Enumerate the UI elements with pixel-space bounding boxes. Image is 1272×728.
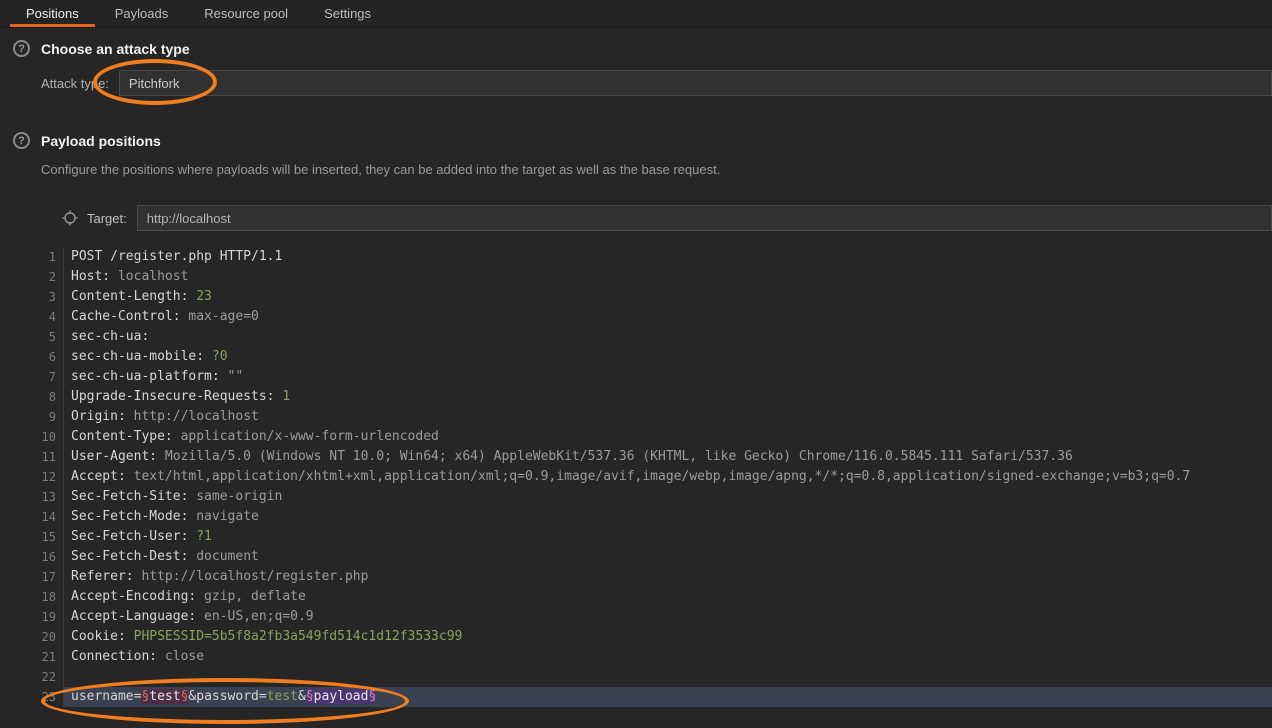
line-number: 2: [41, 267, 64, 287]
line-number: 1: [41, 247, 64, 267]
tab-settings-label: Settings: [324, 6, 371, 21]
request-line-text: Cache-Control: max-age=0: [64, 307, 1272, 327]
request-line[interactable]: 15Sec-Fetch-User: ?1: [41, 527, 1272, 547]
request-line-text: Sec-Fetch-Site: same-origin: [64, 487, 1272, 507]
request-line[interactable]: 20Cookie: PHPSESSID=5b5f8a2fb3a549fd514c…: [41, 627, 1272, 647]
request-line-text: User-Agent: Mozilla/5.0 (Windows NT 10.0…: [64, 447, 1272, 467]
request-line[interactable]: 13Sec-Fetch-Site: same-origin: [41, 487, 1272, 507]
request-line[interactable]: 3Content-Length: 23: [41, 287, 1272, 307]
help-icon[interactable]: ?: [13, 40, 30, 57]
request-line[interactable]: 1POST /register.php HTTP/1.1: [41, 247, 1272, 267]
tab-positions-label: Positions: [26, 6, 79, 21]
line-number: 11: [41, 447, 64, 467]
line-number: 12: [41, 467, 64, 487]
attack-type-select[interactable]: Pitchfork: [119, 70, 1272, 96]
request-line-text: Content-Length: 23: [64, 287, 1272, 307]
line-number: 20: [41, 627, 64, 647]
target-row: Target: http://localhost: [62, 205, 1272, 231]
help-icon[interactable]: ?: [13, 132, 30, 149]
line-number: 4: [41, 307, 64, 327]
line-number: 15: [41, 527, 64, 547]
request-line-text: sec-ch-ua-mobile: ?0: [64, 347, 1272, 367]
request-line[interactable]: 9Origin: http://localhost: [41, 407, 1272, 427]
request-line-text: Referer: http://localhost/register.php: [64, 567, 1272, 587]
line-number: 21: [41, 647, 64, 667]
line-number: 19: [41, 607, 64, 627]
line-number: 9: [41, 407, 64, 427]
tab-resource-pool[interactable]: Resource pool: [186, 0, 306, 27]
request-line[interactable]: 8Upgrade-Insecure-Requests: 1: [41, 387, 1272, 407]
target-url-value: http://localhost: [147, 211, 231, 226]
tab-positions[interactable]: Positions: [8, 0, 97, 27]
line-number: 17: [41, 567, 64, 587]
line-number: 5: [41, 327, 64, 347]
attack-type-selected-value: Pitchfork: [129, 76, 180, 91]
request-line-text: Accept: text/html,application/xhtml+xml,…: [64, 467, 1272, 487]
line-number: 7: [41, 367, 64, 387]
line-number: 14: [41, 507, 64, 527]
line-number: 8: [41, 387, 64, 407]
request-line[interactable]: 23username=§test§&password=test&§payload…: [41, 687, 1272, 707]
request-line-text: Content-Type: application/x-www-form-url…: [64, 427, 1272, 447]
attack-type-label: Attack type:: [41, 76, 109, 91]
line-number: 10: [41, 427, 64, 447]
line-number: 13: [41, 487, 64, 507]
request-line-text: sec-ch-ua-platform: "": [64, 367, 1272, 387]
request-line[interactable]: 6sec-ch-ua-mobile: ?0: [41, 347, 1272, 367]
request-line-text: Upgrade-Insecure-Requests: 1: [64, 387, 1272, 407]
request-line-text: [64, 667, 1272, 687]
request-line[interactable]: 12Accept: text/html,application/xhtml+xm…: [41, 467, 1272, 487]
line-number: 22: [41, 667, 64, 687]
request-line[interactable]: 2Host: localhost: [41, 267, 1272, 287]
attack-type-section-title: Choose an attack type: [41, 41, 190, 57]
payload-positions-section-title: Payload positions: [41, 133, 161, 149]
target-url-field[interactable]: http://localhost: [137, 205, 1272, 231]
request-line[interactable]: 4Cache-Control: max-age=0: [41, 307, 1272, 327]
line-number: 6: [41, 347, 64, 367]
tab-settings[interactable]: Settings: [306, 0, 389, 27]
line-number: 3: [41, 287, 64, 307]
line-number: 16: [41, 547, 64, 567]
request-line[interactable]: 19Accept-Language: en-US,en;q=0.9: [41, 607, 1272, 627]
request-line[interactable]: 18Accept-Encoding: gzip, deflate: [41, 587, 1272, 607]
request-line[interactable]: 10Content-Type: application/x-www-form-u…: [41, 427, 1272, 447]
request-line-text: Cookie: PHPSESSID=5b5f8a2fb3a549fd514c1d…: [64, 627, 1272, 647]
line-number: 18: [41, 587, 64, 607]
request-editor[interactable]: 1POST /register.php HTTP/1.12Host: local…: [41, 247, 1272, 707]
attack-type-row: Attack type: Pitchfork: [41, 70, 1272, 96]
request-line-text: Accept-Encoding: gzip, deflate: [64, 587, 1272, 607]
request-line[interactable]: 5sec-ch-ua:: [41, 327, 1272, 347]
request-line-text: Accept-Language: en-US,en;q=0.9: [64, 607, 1272, 627]
request-editor-lines: 1POST /register.php HTTP/1.12Host: local…: [41, 247, 1272, 707]
tab-payloads[interactable]: Payloads: [97, 0, 186, 27]
tab-resource-pool-label: Resource pool: [204, 6, 288, 21]
request-line[interactable]: 7sec-ch-ua-platform: "": [41, 367, 1272, 387]
request-line[interactable]: 22: [41, 667, 1272, 687]
request-line-text: Sec-Fetch-User: ?1: [64, 527, 1272, 547]
attack-type-section-header: ? Choose an attack type: [13, 40, 1272, 57]
crosshair-target-icon: [62, 210, 78, 226]
request-line[interactable]: 21Connection: close: [41, 647, 1272, 667]
payload-positions-description: Configure the positions where payloads w…: [41, 162, 1272, 177]
request-line[interactable]: 16Sec-Fetch-Dest: document: [41, 547, 1272, 567]
target-label: Target:: [87, 211, 127, 226]
line-number: 23: [41, 687, 64, 707]
request-line-text: Sec-Fetch-Mode: navigate: [64, 507, 1272, 527]
intruder-tab-bar: Positions Payloads Resource pool Setting…: [0, 0, 1272, 28]
request-line[interactable]: 17Referer: http://localhost/register.php: [41, 567, 1272, 587]
request-line-text: POST /register.php HTTP/1.1: [64, 247, 1272, 267]
request-line-text: username=§test§&password=test&§payload§: [64, 687, 1272, 707]
request-line-text: sec-ch-ua:: [64, 327, 1272, 347]
tab-payloads-label: Payloads: [115, 6, 168, 21]
request-line[interactable]: 11User-Agent: Mozilla/5.0 (Windows NT 10…: [41, 447, 1272, 467]
request-line-text: Origin: http://localhost: [64, 407, 1272, 427]
request-line[interactable]: 14Sec-Fetch-Mode: navigate: [41, 507, 1272, 527]
payload-positions-section-header: ? Payload positions: [13, 132, 1272, 149]
request-line-text: Connection: close: [64, 647, 1272, 667]
request-line-text: Sec-Fetch-Dest: document: [64, 547, 1272, 567]
request-line-text: Host: localhost: [64, 267, 1272, 287]
